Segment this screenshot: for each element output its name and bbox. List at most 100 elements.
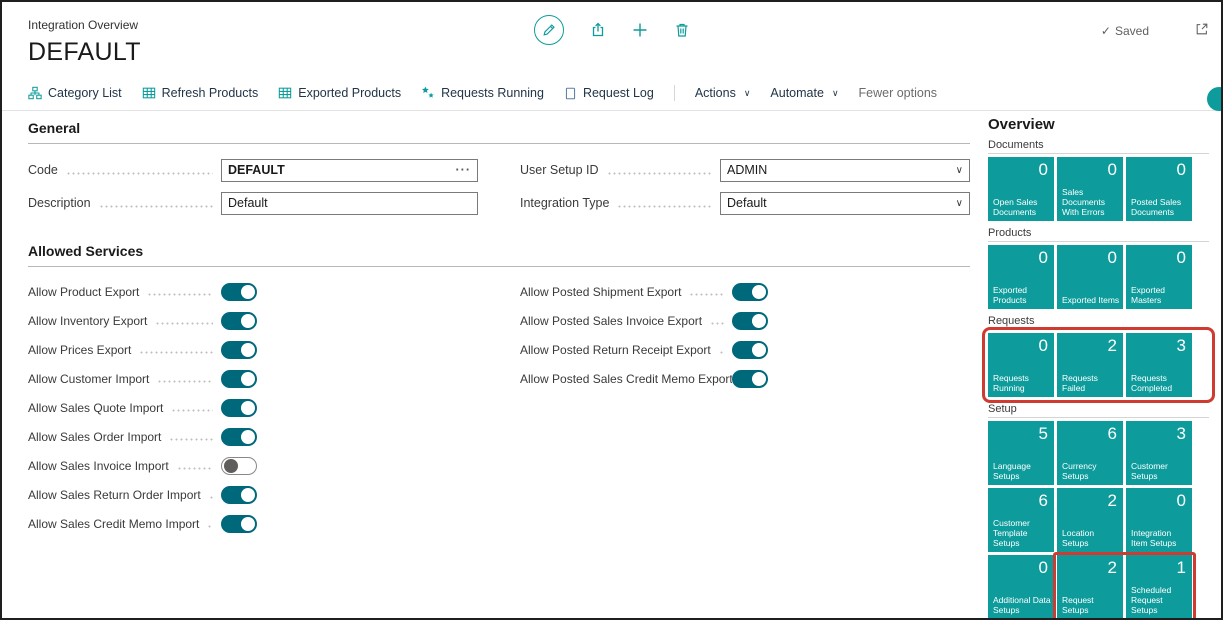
toggle-row: Allow Posted Return Receipt Export [520,335,970,364]
toggle-switch[interactable] [221,283,257,301]
cue-tile[interactable]: 3 Customer Setups [1126,421,1192,485]
action-requests-running[interactable]: Requests Running [421,86,544,100]
cue-tile[interactable]: 0 Exported Items [1057,245,1123,309]
toggle-switch[interactable] [221,370,257,388]
automate-menu[interactable]: Automate ∨ [770,86,838,100]
edit-pencil-icon[interactable] [534,15,564,45]
add-icon[interactable] [632,22,648,38]
expand-window-icon[interactable] [1195,22,1209,41]
tile-value: 2 [1108,336,1117,356]
tile-label: Customer Setups [1131,461,1190,481]
tile-label: Customer Template Setups [993,518,1052,548]
save-status: ✓ Saved [1101,24,1149,38]
action-request-log[interactable]: Request Log [564,86,654,100]
allowed-services-header[interactable]: Allowed Services [28,243,970,267]
tile-value: 0 [1039,336,1048,356]
action-exported-products[interactable]: Exported Products [278,86,401,100]
toggle-switch[interactable] [732,341,768,359]
table-export-icon [278,86,292,100]
toggle-switch[interactable] [732,312,768,330]
dotted-leader [139,351,213,354]
chevron-down-icon: ∨ [744,88,751,99]
tile-label: Exported Items [1062,295,1121,305]
toggle-row: Allow Sales Return Order Import [28,480,478,509]
cue-tile[interactable]: 0 Exported Masters [1126,245,1192,309]
toggle-row: Allow Sales Credit Memo Import [28,509,478,538]
action-label: Request Log [583,86,654,100]
toggle-row: Allow Product Export [28,277,478,306]
code-input[interactable]: DEFAULT ··· [221,159,478,182]
cue-tile[interactable]: 3 Requests Completed [1126,333,1192,397]
action-label: Category List [48,86,122,100]
cue-tile[interactable]: 1 Scheduled Request Setups [1126,555,1192,619]
fewer-options-label: Fewer options [859,86,938,100]
tile-value: 0 [1039,248,1048,268]
toggle-switch[interactable] [221,312,257,330]
cue-tile[interactable]: 0 Integration Item Setups [1126,488,1192,552]
toggle-label: Allow Sales Return Order Import [28,488,201,502]
toggle-switch[interactable] [221,399,257,417]
dotted-leader [157,380,213,383]
cue-tile[interactable]: 0 Posted Sales Documents [1126,157,1192,221]
fewer-options-button[interactable]: Fewer options [859,86,938,100]
cue-tile[interactable]: 2 Request Setups [1057,555,1123,619]
field-code: Code DEFAULT ··· [28,158,478,182]
tile-value: 0 [1177,160,1186,180]
action-refresh-products[interactable]: Refresh Products [142,86,259,100]
toggle-label: Allow Posted Return Receipt Export [520,343,711,357]
cue-tile[interactable]: 0 Open Sales Documents [988,157,1054,221]
user-setup-id-select[interactable]: ADMIN ∨ [720,159,970,182]
integration-type-select[interactable]: Default ∨ [720,192,970,215]
group-label: Products [988,227,1209,242]
tile-label: Request Setups [1062,595,1121,615]
assist-edit-button[interactable]: ··· [456,163,472,177]
cue-tile[interactable]: 2 Requests Failed [1057,333,1123,397]
tile-label: Additional Data Setups [993,595,1052,615]
menu-label: Automate [770,86,824,100]
group-documents: Documents 0 Open Sales Documents 0 Sales… [988,139,1209,221]
overview-panel: Overview Documents 0 Open Sales Document… [988,116,1209,620]
tile-label: Exported Masters [1131,285,1190,305]
general-section-header[interactable]: General [28,120,970,144]
toggle-row: Allow Posted Sales Credit Memo Export [520,364,970,393]
field-value: ADMIN [727,163,767,177]
toggle-switch[interactable] [732,283,768,301]
dotted-leader [607,172,712,175]
document-icon [564,87,577,100]
dropdown-chevron-icon[interactable]: ∨ [956,165,963,176]
dotted-leader [147,293,213,296]
tile-value: 0 [1108,248,1117,268]
cue-tile[interactable]: 0 Exported Products [988,245,1054,309]
toggle-switch[interactable] [221,428,257,446]
field-label: User Setup ID [520,163,599,177]
tile-value: 2 [1108,558,1117,578]
delete-trash-icon[interactable] [674,22,690,38]
cue-tile[interactable]: 6 Currency Setups [1057,421,1123,485]
cue-tile[interactable]: 0 Additional Data Setups [988,555,1054,619]
description-input[interactable]: Default [221,192,478,215]
toggle-switch[interactable] [732,370,768,388]
cue-tile[interactable]: 0 Sales Documents With Errors [1057,157,1123,221]
share-icon[interactable] [590,22,606,38]
cue-tile[interactable]: 6 Customer Template Setups [988,488,1054,552]
dropdown-chevron-icon[interactable]: ∨ [956,198,963,209]
field-label: Integration Type [520,196,609,210]
chevron-down-icon: ∨ [832,88,839,99]
field-value: Default [228,196,268,210]
action-category-list[interactable]: Category List [28,86,122,100]
toggle-switch[interactable] [221,457,257,475]
toggle-switch[interactable] [221,486,257,504]
saved-label: Saved [1115,24,1149,38]
cue-tile[interactable]: 0 Requests Running [988,333,1054,397]
dotted-leader [171,409,213,412]
dotted-leader [99,205,213,208]
cue-tile[interactable]: 5 Language Setups [988,421,1054,485]
action-label: Refresh Products [162,86,259,100]
toggle-switch[interactable] [221,341,257,359]
actions-menu[interactable]: Actions ∨ [695,86,751,100]
main-content: General Code DEFAULT ··· User Setup ID [28,120,970,538]
cue-tile[interactable]: 2 Location Setups [1057,488,1123,552]
dotted-leader [169,438,213,441]
toggle-switch[interactable] [221,515,257,533]
help-bubble[interactable] [1207,87,1223,111]
